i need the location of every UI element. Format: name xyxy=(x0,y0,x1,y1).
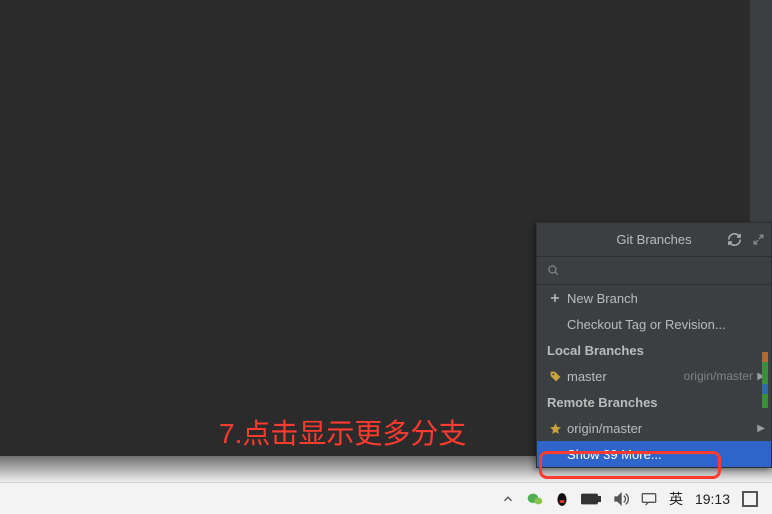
editor-minimap-gutter xyxy=(762,352,768,408)
popup-title: Git Branches xyxy=(616,232,691,247)
menu-item-label: New Branch xyxy=(567,291,638,306)
notifications-tray-icon[interactable] xyxy=(742,491,758,507)
remote-branches-header: Remote Branches xyxy=(537,389,771,415)
chevron-right-icon: ▶ xyxy=(757,423,765,434)
branch-name: master xyxy=(567,369,607,384)
branch-search-row[interactable] xyxy=(537,257,771,285)
local-branches-header: Local Branches xyxy=(537,337,771,363)
plus-icon xyxy=(547,292,563,304)
star-icon xyxy=(547,422,563,435)
git-branches-popup: Git Branches xyxy=(536,222,772,468)
windows-taskbar: 英 19:13 xyxy=(0,482,772,514)
menu-item-label: Checkout Tag or Revision... xyxy=(567,317,726,332)
new-branch-item[interactable]: New Branch xyxy=(537,285,771,311)
tutorial-annotation: 7.点击显示更多分支 xyxy=(219,412,466,452)
wechat-tray-icon[interactable] xyxy=(527,492,543,506)
refresh-icon[interactable] xyxy=(727,232,742,247)
branch-name: origin/master xyxy=(567,421,642,436)
tag-icon xyxy=(547,370,563,383)
menu-item-label: Show 39 More... xyxy=(567,447,662,462)
taskbar-clock[interactable]: 19:13 xyxy=(695,491,730,507)
messages-tray-icon[interactable] xyxy=(641,492,657,506)
tracking-label: origin/master xyxy=(684,369,753,383)
checkout-tag-item[interactable]: Checkout Tag or Revision... xyxy=(537,311,771,337)
local-branch-item[interactable]: master origin/master ▶ xyxy=(537,363,771,389)
system-tray: 英 19:13 xyxy=(501,489,772,509)
branch-search-input[interactable] xyxy=(568,263,761,278)
popup-header: Git Branches xyxy=(537,223,771,257)
expand-icon[interactable] xyxy=(752,233,765,246)
ime-indicator[interactable]: 英 xyxy=(669,489,683,509)
search-icon xyxy=(547,264,560,277)
qq-tray-icon[interactable] xyxy=(555,491,569,507)
show-more-item[interactable]: Show 39 More... xyxy=(537,441,771,467)
volume-tray-icon[interactable] xyxy=(613,492,629,506)
tray-chevron-up-icon[interactable] xyxy=(501,492,515,506)
remote-branch-item[interactable]: origin/master ▶ xyxy=(537,415,771,441)
battery-tray-icon[interactable] xyxy=(581,493,601,505)
